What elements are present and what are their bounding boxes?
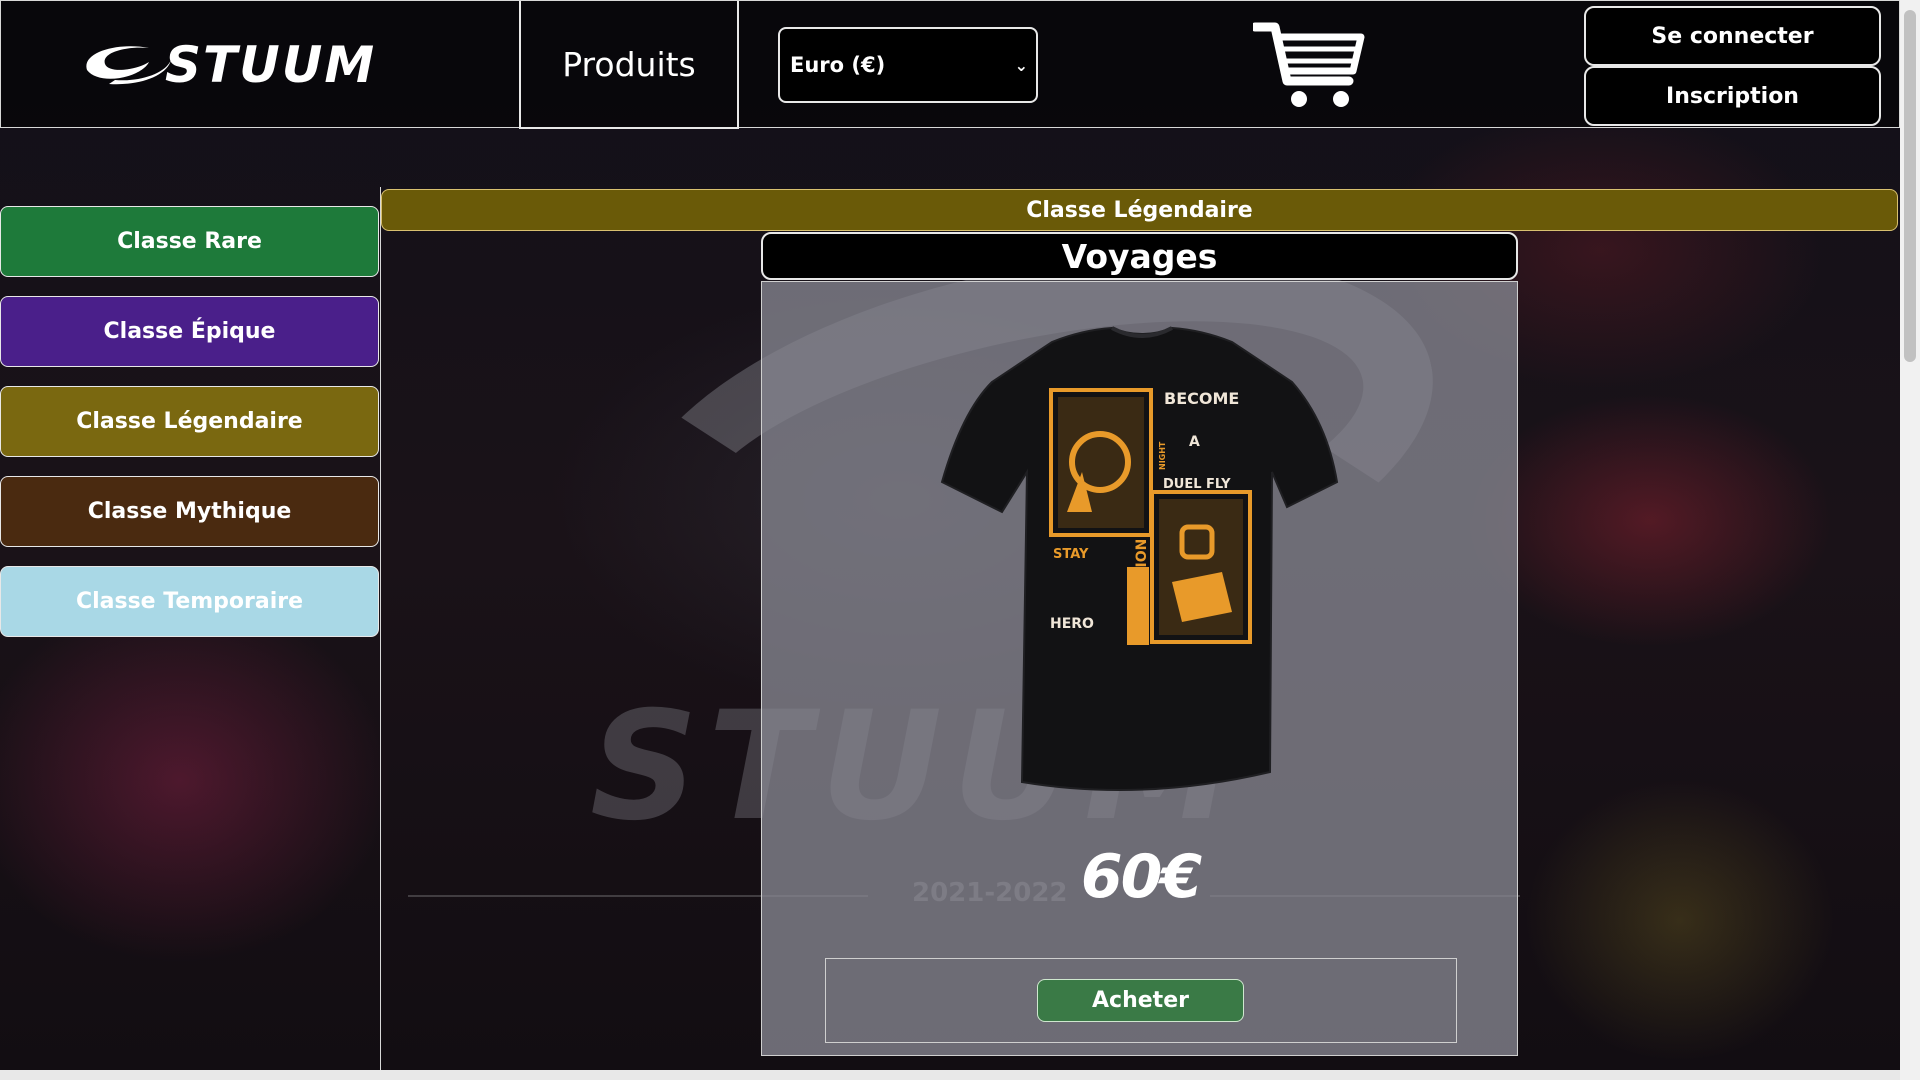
tshirt-word-night: NIGHT [1158,441,1167,470]
category-title-bar: Classe Légendaire [381,189,1898,231]
sidebar-item-classe-epique[interactable]: Classe Épique [0,296,379,367]
vertical-scrollbar[interactable] [1900,0,1920,1080]
buy-section: Acheter [825,958,1457,1043]
tshirt-word-become: BECOME [1164,389,1239,408]
currency-select[interactable]: Euro (€) ⌄ [778,27,1038,103]
chevron-down-icon: ⌄ [1014,56,1028,75]
tshirt-word-a: A [1189,434,1200,450]
site-logo[interactable]: STUUM [79,36,439,94]
buy-button[interactable]: Acheter [1037,979,1244,1022]
tshirt-word-duel-fly: DUEL FLY [1163,477,1231,492]
currency-selected-value: Euro (€) [790,53,886,77]
product-title: Voyages [761,232,1518,280]
products-nav-link[interactable]: Produits [519,1,739,129]
shopping-cart-icon[interactable] [1250,21,1365,111]
logo-text: STUUM [165,36,377,94]
site-header: STUUM Produits Euro (€) ⌄ Se connecter I… [0,0,1900,129]
sidebar-item-classe-temporaire[interactable]: Classe Temporaire [0,566,379,637]
tshirt-word-inspiration: INSPIRATION [1134,539,1150,640]
tshirt-word-hero: HERO [1050,616,1094,632]
login-button[interactable]: Se connecter [1584,6,1881,66]
sidebar-item-classe-mythique[interactable]: Classe Mythique [0,476,379,547]
logo-swoosh-icon [79,40,175,90]
sidebar-item-classe-rare[interactable]: Classe Rare [0,206,379,277]
signup-button[interactable]: Inscription [1584,66,1881,126]
tshirt-word-stay: STAY [1053,547,1089,562]
product-image[interactable]: BECOME A NIGHT DUEL FLY STAY HERO INSPIR… [932,322,1352,812]
product-price: 60€ [1080,842,1202,912]
product-card: BECOME A NIGHT DUEL FLY STAY HERO INSPIR… [761,281,1518,1056]
scrollbar-thumb[interactable] [1904,10,1916,362]
sidebar-item-classe-legendaire[interactable]: Classe Légendaire [0,386,379,457]
horizontal-scrollbar[interactable] [0,1070,1900,1080]
